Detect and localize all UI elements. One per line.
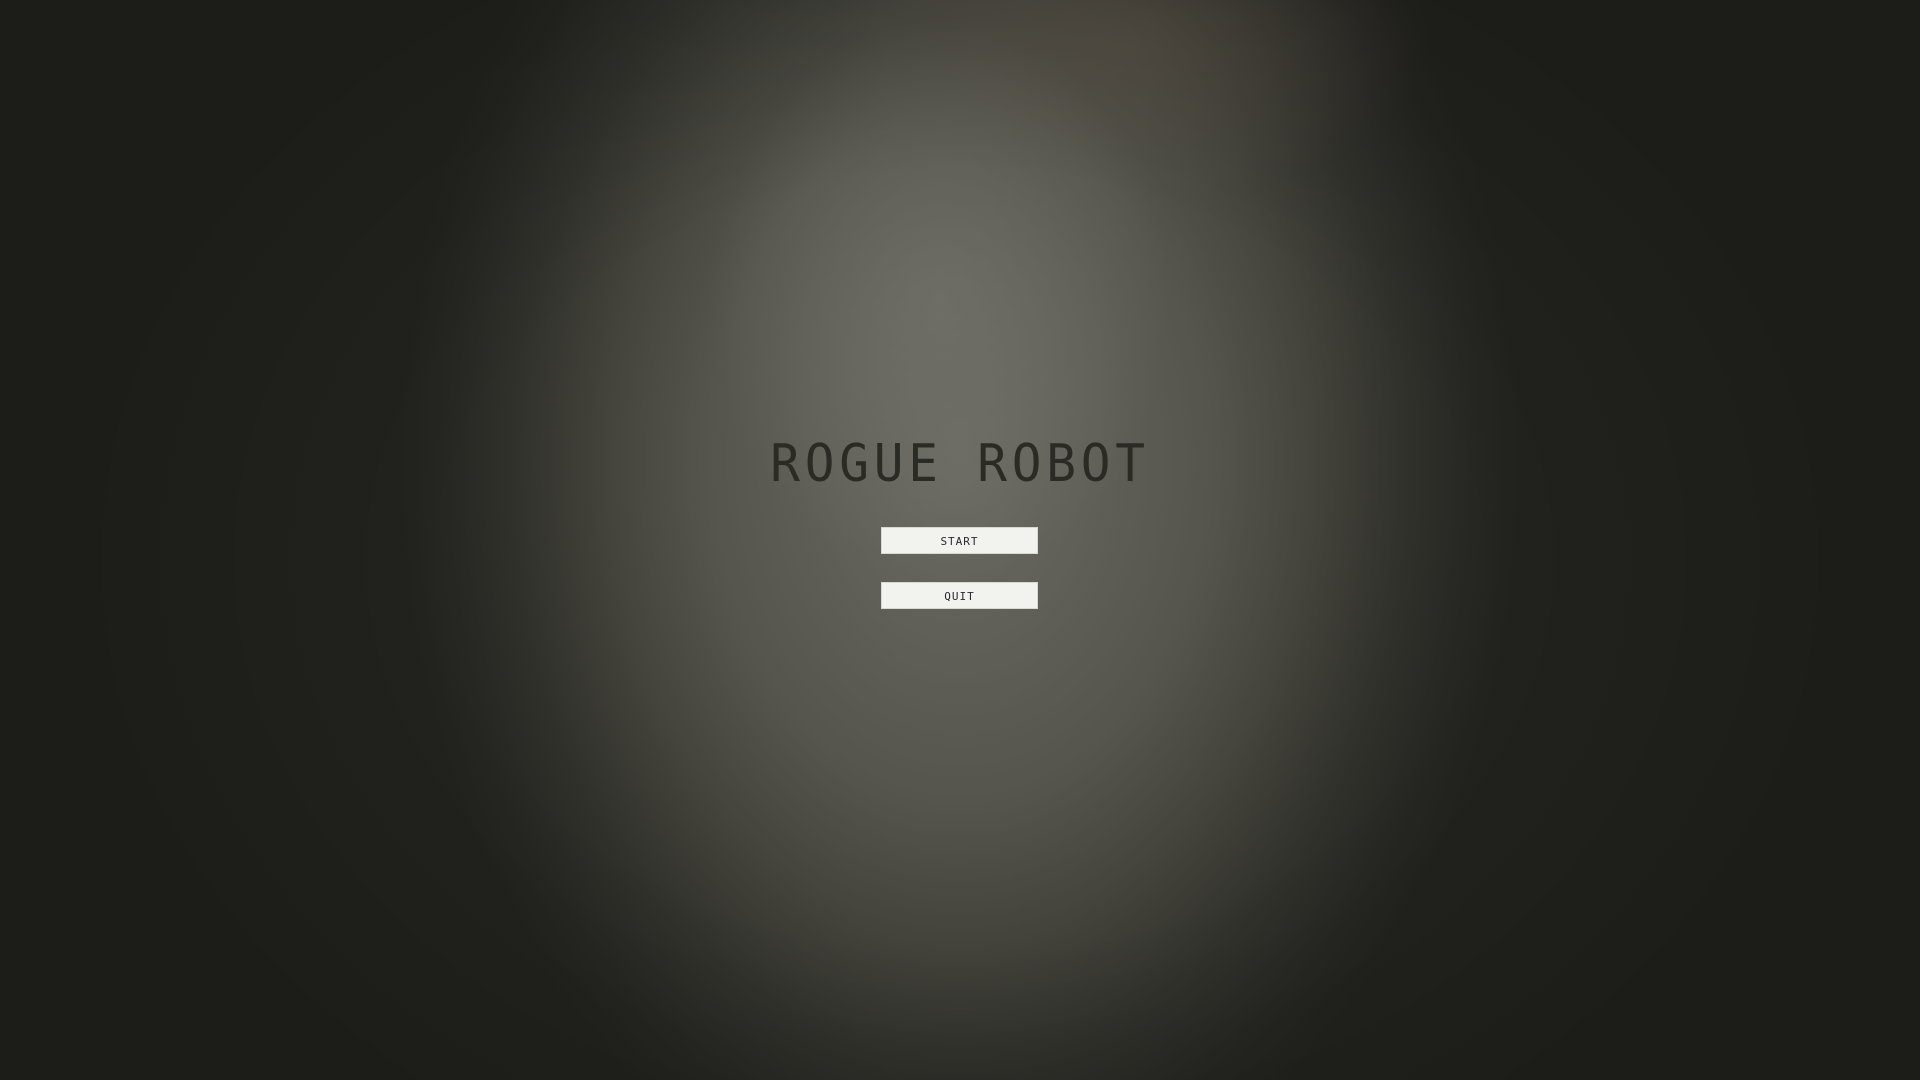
- game-title: ROGUE ROBOT: [770, 434, 1150, 494]
- quit-button[interactable]: QUIT: [881, 582, 1038, 609]
- start-button[interactable]: START: [881, 527, 1038, 554]
- main-menu: ROGUE ROBOT START QUIT: [0, 0, 1920, 1080]
